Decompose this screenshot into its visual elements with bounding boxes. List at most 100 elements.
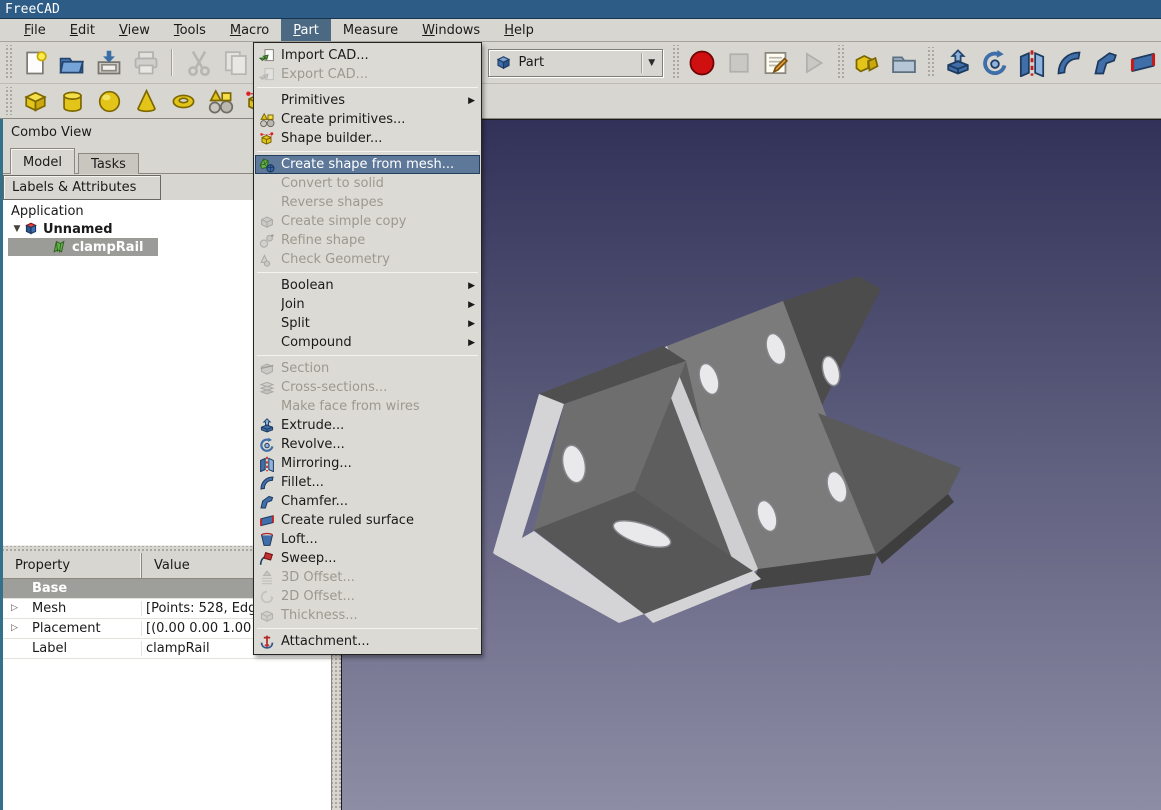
menu-item-cross-sections[interactable]: Cross-sections... [255,378,480,397]
menu-item-create-primitives[interactable]: Create primitives... [255,110,480,129]
menu-item-attachment[interactable]: Attachment... [255,632,480,651]
primitive-cone-button[interactable] [128,86,165,117]
tree-root-label: Application [3,204,84,219]
menu-measure[interactable]: Measure [331,19,410,41]
toolbar-drag-handle[interactable] [4,45,12,80]
menu-part[interactable]: Part [281,19,331,41]
menu-item-mirroring[interactable]: Mirroring... [255,454,480,473]
menu-file[interactable]: File [12,19,58,41]
macro-edit-button[interactable] [758,44,795,81]
menu-item-check-geometry[interactable]: Check Geometry [255,250,480,269]
expander-closed-icon[interactable]: ▷ [11,603,18,613]
create-primitives-icon [207,88,234,115]
revolve-button[interactable] [976,44,1013,81]
menu-item-create-ruled-surface[interactable]: Create ruled surface [255,511,480,530]
menu-item-create-shape-from-mesh[interactable]: Create shape from mesh... [255,155,480,174]
menu-separator [257,87,478,88]
menu-item-2d-offset[interactable]: 2D Offset... [255,587,480,606]
tree-column-header[interactable]: Labels & Attributes [3,175,161,200]
menu-item-primitives[interactable]: Primitives▶ [255,91,480,110]
tree-item-clamprail-selected[interactable]: clampRail [8,238,158,256]
menu-item-export-cad[interactable]: Export CAD... [255,65,480,84]
menu-item-shape-builder[interactable]: Shape builder... [255,129,480,148]
toolbar-drag-handle[interactable] [836,45,844,80]
menu-item-join[interactable]: Join▶ [255,295,480,314]
menu-item-create-simple-copy[interactable]: Create simple copy [255,212,480,231]
menu-item-label: Chamfer... [281,494,475,509]
menu-separator [257,355,478,356]
menu-item-label: Attachment... [281,634,475,649]
primitive-torus-button[interactable] [165,86,202,117]
menu-view[interactable]: View [107,19,162,41]
menu-help[interactable]: Help [492,19,546,41]
menu-macro[interactable]: Macro [218,19,281,41]
macro-record-button[interactable] [684,44,721,81]
menu-item-label: Convert to solid [281,176,475,191]
new-file-button[interactable] [16,44,53,81]
menu-item-import-cad[interactable]: Import CAD... [255,46,480,65]
revolve-icon [981,49,1009,77]
menu-item-thickness[interactable]: Thickness... [255,606,480,625]
window-titlebar[interactable]: FreeCAD [0,0,1161,19]
menu-item-label: 2D Offset... [281,589,475,604]
menu-edit[interactable]: Edit [58,19,107,41]
expander-closed-icon[interactable]: ▷ [11,623,18,633]
menu-windows[interactable]: Windows [410,19,492,41]
menu-item-convert-to-solid[interactable]: Convert to solid [255,174,480,193]
menu-item-extrude[interactable]: Extrude... [255,416,480,435]
menu-item-boolean[interactable]: Boolean▶ [255,276,480,295]
compound-folder-button[interactable] [885,44,922,81]
cut-button[interactable] [180,44,217,81]
mirroring-button[interactable] [1013,44,1050,81]
primitive-box-button[interactable] [17,86,54,117]
menu-item-make-face-from-wires[interactable]: Make face from wires [255,397,480,416]
menu-item-loft[interactable]: Loft... [255,530,480,549]
toolbar-drag-handle[interactable] [926,47,935,78]
toolbar-drag-handle[interactable] [4,87,13,115]
menu-item-3d-offset[interactable]: 3D Offset... [255,568,480,587]
document-icon [23,221,39,237]
menu-item-label: Mirroring... [281,456,475,471]
menu-item-fillet[interactable]: Fillet... [255,473,480,492]
menu-item-label: Thickness... [281,608,475,623]
menu-item-split[interactable]: Split▶ [255,314,480,333]
primitive-sphere-button[interactable] [91,86,128,117]
value-column-header[interactable]: Value [142,553,190,578]
tab-model[interactable]: Model [10,148,75,174]
shape-builder-icon [259,131,275,147]
chevron-down-icon[interactable]: ▼ [648,58,662,68]
expander-open-icon[interactable]: ▼ [11,224,23,234]
workbench-value: Part [518,55,641,70]
macro-edit-icon [762,49,790,77]
menu-item-revolve[interactable]: Revolve... [255,435,480,454]
property-column-header[interactable]: Property [3,553,142,578]
macro-stop-button[interactable] [721,44,758,81]
menu-item-refine-shape[interactable]: Refine shape [255,231,480,250]
workbench-selector[interactable]: Part ▼ [488,49,663,77]
menu-item-reverse-shapes[interactable]: Reverse shapes [255,193,480,212]
ruled-surface-button[interactable] [1124,44,1161,81]
primitive-cylinder-button[interactable] [54,86,91,117]
document-label: Unnamed [43,222,113,237]
boolean-button[interactable] [848,44,885,81]
open-file-button[interactable] [53,44,90,81]
save-file-icon [95,49,123,77]
menu-tools[interactable]: Tools [162,19,218,41]
copy-button[interactable] [217,44,254,81]
fillet-button[interactable] [1050,44,1087,81]
tab-tasks[interactable]: Tasks [78,153,139,174]
menu-item-compound[interactable]: Compound▶ [255,333,480,352]
box-icon [22,88,49,115]
macro-play-button[interactable] [795,44,832,81]
toolbar-file-group [16,44,254,81]
menu-item-chamfer[interactable]: Chamfer... [255,492,480,511]
menu-item-section[interactable]: Section [255,359,480,378]
pt-mirror-icon [259,456,275,472]
save-file-button[interactable] [90,44,127,81]
primitive-create-primitives-button[interactable] [202,86,239,117]
menu-item-sweep[interactable]: Sweep... [255,549,480,568]
extrude-button[interactable] [939,44,976,81]
toolbar-drag-handle[interactable] [671,45,679,80]
chamfer-button[interactable] [1087,44,1124,81]
print-button[interactable] [127,44,164,81]
